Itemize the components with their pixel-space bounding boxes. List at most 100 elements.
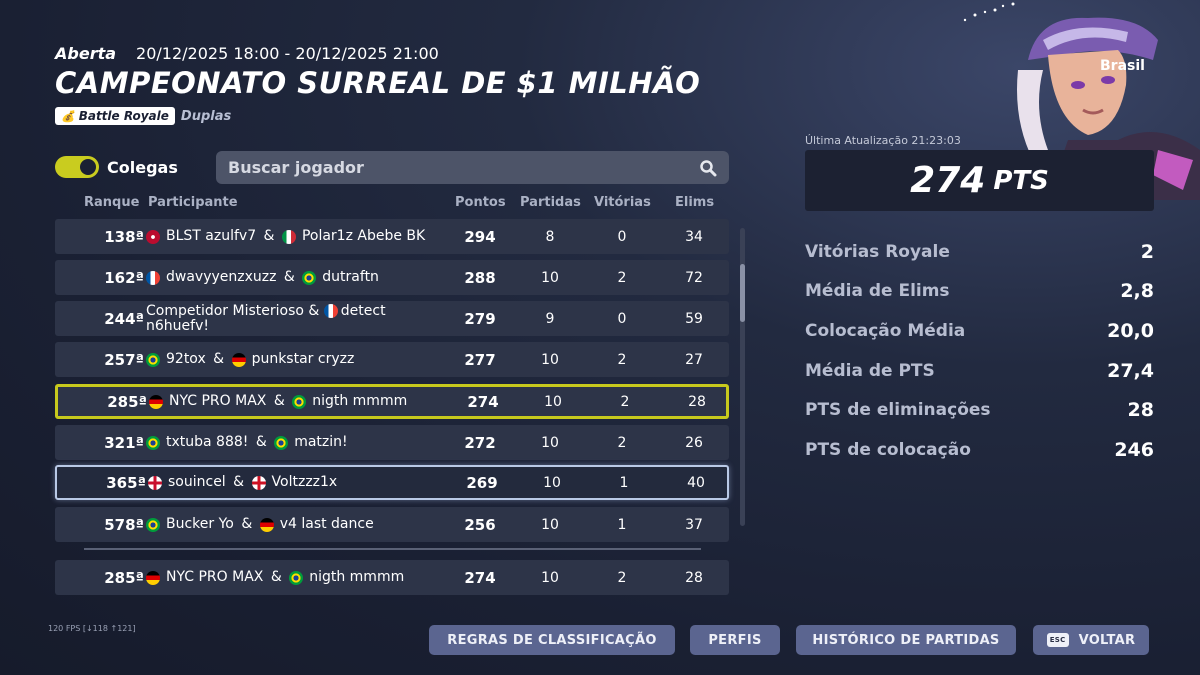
row-rank: 578ª bbox=[104, 515, 144, 534]
match-history-button[interactable]: HISTÓRICO DE PARTIDAS bbox=[796, 625, 1016, 655]
row-rank: 365ª bbox=[106, 473, 146, 492]
match-history-button-label: HISTÓRICO DE PARTIDAS bbox=[812, 632, 1000, 648]
scrollbar-thumb[interactable] bbox=[740, 264, 745, 322]
ampersand: & bbox=[228, 474, 249, 490]
player2-name: v4 last dance bbox=[279, 516, 374, 532]
norway-flag-icon bbox=[146, 229, 160, 244]
row-matches: 10 bbox=[541, 516, 559, 533]
stat-value: 246 bbox=[1114, 438, 1154, 461]
search-bar[interactable] bbox=[216, 151, 729, 184]
row-rank: 138ª bbox=[104, 227, 144, 246]
row-matches: 10 bbox=[541, 434, 559, 451]
row-wins: 2 bbox=[617, 569, 627, 586]
player2-name: punkstar cryzz bbox=[251, 351, 355, 367]
back-button-label: VOLTAR bbox=[1078, 632, 1136, 648]
row-participants: NYC PRO MAX & nigth mmmm bbox=[149, 387, 439, 416]
table-row[interactable]: 365ª souincel & Voltzzz1x 269 10 1 40 bbox=[55, 465, 729, 500]
row-participants: txtuba 888! & matzin! bbox=[146, 425, 436, 460]
row-points: 269 bbox=[466, 473, 498, 492]
toggle-switch[interactable] bbox=[55, 156, 99, 178]
row-matches: 9 bbox=[545, 310, 555, 327]
row-wins: 1 bbox=[619, 474, 629, 491]
row-matches: 10 bbox=[543, 474, 561, 491]
row-matches: 10 bbox=[541, 269, 559, 286]
stat-label: PTS de colocação bbox=[805, 439, 971, 460]
row-points: 294 bbox=[464, 227, 496, 246]
row-points: 274 bbox=[464, 568, 496, 587]
stat-value: 28 bbox=[1127, 399, 1154, 422]
row-participants: dwavyyenzxuzz & dutraftn bbox=[146, 260, 436, 295]
row-wins: 1 bbox=[617, 516, 627, 533]
ampersand: & bbox=[236, 516, 257, 532]
row-elims: 59 bbox=[685, 310, 703, 327]
row-points: 279 bbox=[464, 309, 496, 328]
row-participants: NYC PRO MAX & nigth mmmm bbox=[146, 560, 436, 595]
stat-label: Média de PTS bbox=[805, 360, 935, 381]
row-elims: 40 bbox=[687, 474, 705, 491]
scrollbar[interactable] bbox=[740, 228, 745, 526]
row-participants: BLST azulfv7 & Polar1z Abebe BK bbox=[146, 219, 436, 254]
divider bbox=[84, 548, 701, 550]
ampersand: & bbox=[251, 434, 272, 450]
points-summary: 274 PTS bbox=[805, 150, 1154, 211]
row-participants: Competidor Misterioso & detect n6huefv! bbox=[146, 301, 436, 336]
back-button[interactable]: ESC VOLTAR bbox=[1033, 625, 1149, 655]
stat-value: 20,0 bbox=[1107, 319, 1154, 342]
stat-row: PTS de colocação 246 bbox=[805, 430, 1154, 470]
search-input[interactable] bbox=[228, 158, 668, 177]
germany-flag-icon bbox=[259, 517, 274, 532]
row-elims: 27 bbox=[685, 351, 703, 368]
row-participants: souincel & Voltzzz1x bbox=[148, 467, 438, 498]
stat-row: Média de Elims 2,8 bbox=[805, 272, 1154, 312]
stat-value: 27,4 bbox=[1107, 359, 1154, 382]
player1-name: NYC PRO MAX bbox=[166, 569, 264, 585]
table-row[interactable]: 285ª NYC PRO MAX & nigth mmmm 274 10 2 2… bbox=[55, 560, 729, 595]
row-rank: 244ª bbox=[104, 309, 144, 328]
row-points: 288 bbox=[464, 268, 496, 287]
brazil-flag-icon bbox=[289, 570, 304, 585]
row-matches: 10 bbox=[541, 351, 559, 368]
row-wins: 0 bbox=[617, 228, 627, 245]
money-bag-icon: 💰 bbox=[61, 109, 75, 123]
event-datetime: 20/12/2025 18:00 - 20/12/2025 21:00 bbox=[136, 44, 439, 63]
player2-name: Polar1z Abebe BK bbox=[301, 228, 426, 244]
stat-label: Vitórias Royale bbox=[805, 241, 950, 262]
profiles-button[interactable]: PERFIS bbox=[690, 625, 780, 655]
table-row[interactable]: 244ª Competidor Misterioso & detect n6hu… bbox=[55, 301, 729, 336]
stat-label: Colocação Média bbox=[805, 320, 966, 341]
brazil-flag-icon bbox=[274, 435, 289, 450]
search-icon[interactable] bbox=[699, 159, 717, 177]
row-matches: 8 bbox=[545, 228, 555, 245]
france-flag-icon bbox=[323, 303, 338, 318]
profiles-button-label: PERFIS bbox=[708, 632, 762, 648]
table-row[interactable]: 578ª Bucker Yo & v4 last dance 256 10 1 … bbox=[55, 507, 729, 542]
brazil-flag-icon bbox=[292, 394, 307, 409]
germany-flag-icon bbox=[149, 394, 163, 409]
esc-key-icon: ESC bbox=[1046, 633, 1069, 647]
table-row[interactable]: 257ª 92tox & punkstar cryzz 277 10 2 27 bbox=[55, 342, 729, 377]
france-flag-icon bbox=[146, 270, 160, 285]
player2-name: matzin! bbox=[294, 434, 348, 450]
event-status-line: Aberta 20/12/2025 18:00 - 20/12/2025 21:… bbox=[55, 44, 439, 63]
ampersand: & bbox=[266, 569, 287, 585]
row-wins: 2 bbox=[617, 351, 627, 368]
mode-type: Duplas bbox=[180, 108, 232, 124]
points-unit: PTS bbox=[993, 165, 1049, 196]
uk-flag-icon bbox=[148, 475, 162, 490]
player1-name: Bucker Yo bbox=[166, 516, 234, 532]
table-row[interactable]: 138ª BLST azulfv7 & Polar1z Abebe BK 294… bbox=[55, 219, 729, 254]
brazil-flag-icon bbox=[146, 517, 160, 532]
friends-toggle[interactable]: Colegas bbox=[55, 156, 178, 178]
table-row[interactable]: 321ª txtuba 888! & matzin! 272 10 2 26 bbox=[55, 425, 729, 460]
table-row[interactable]: 162ª dwavyyenzxuzz & dutraftn 288 10 2 7… bbox=[55, 260, 729, 295]
player1-name: souincel bbox=[168, 474, 226, 490]
ampersand: & bbox=[208, 351, 229, 367]
row-wins: 2 bbox=[617, 269, 627, 286]
row-points: 256 bbox=[464, 515, 496, 534]
table-row[interactable]: 285ª NYC PRO MAX & nigth mmmm 274 10 2 2… bbox=[55, 384, 729, 419]
col-header-wins: Vitórias bbox=[594, 195, 651, 210]
england-flag-icon bbox=[251, 475, 266, 490]
ampersand: & bbox=[269, 393, 290, 409]
row-participants: Bucker Yo & v4 last dance bbox=[146, 507, 436, 542]
rules-button[interactable]: REGRAS DE CLASSIFICAÇÃO bbox=[429, 625, 675, 655]
